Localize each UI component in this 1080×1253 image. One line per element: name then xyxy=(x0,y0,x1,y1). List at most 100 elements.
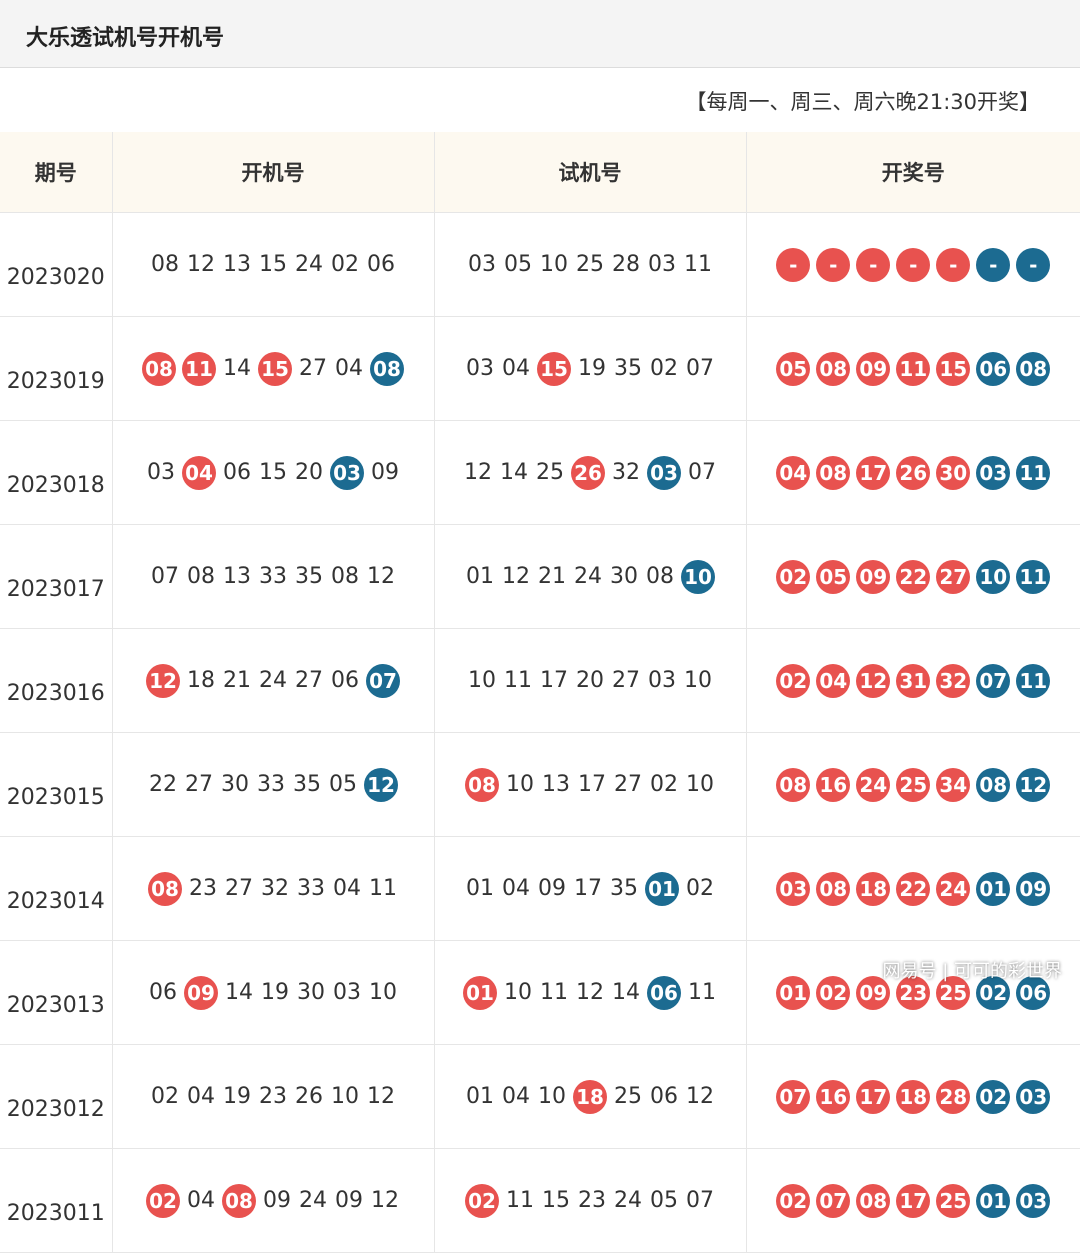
red-ball: 24 xyxy=(856,768,890,802)
blue-ball: 09 xyxy=(1016,872,1050,906)
result-number-list: 03081822240109 xyxy=(747,872,1080,906)
open-number-cell: 12182124270607 xyxy=(112,629,434,733)
result-number-cell: 07161718280203 xyxy=(746,1045,1080,1149)
result-number-cell: 02041231320711 xyxy=(746,629,1080,733)
plain-number: 17 xyxy=(573,876,603,901)
table-row: 2023018030406152003091214252632030704081… xyxy=(0,421,1080,525)
plain-number: 32 xyxy=(260,876,290,901)
table-body: 20230200812131524020603051025280311-----… xyxy=(0,213,1080,1253)
plain-number: 32 xyxy=(611,460,641,485)
test-number-list: 12142526320307 xyxy=(435,456,746,490)
test-number-cell: 10111720270310 xyxy=(434,629,746,733)
open-number-list: 08232732330411 xyxy=(113,872,434,906)
plain-number: 20 xyxy=(575,668,605,693)
blue-ball: 12 xyxy=(1016,768,1050,802)
plain-number: 35 xyxy=(292,772,322,797)
plain-number: 33 xyxy=(296,876,326,901)
plain-number: 12 xyxy=(186,252,216,277)
test-number-cell: 03051025280311 xyxy=(434,213,746,317)
plain-number: 19 xyxy=(260,980,290,1005)
red-ball: 27 xyxy=(936,560,970,594)
open-number-list: 08121315240206 xyxy=(113,252,434,277)
plain-number: 11 xyxy=(505,1188,535,1213)
plain-number: 13 xyxy=(222,252,252,277)
plain-number: 04 xyxy=(186,1188,216,1213)
plain-number: 10 xyxy=(368,980,398,1005)
plain-number: 03 xyxy=(467,252,497,277)
red-ball: 07 xyxy=(816,1184,850,1218)
open-number-cell: 08111415270408 xyxy=(112,317,434,421)
plain-number: 05 xyxy=(503,252,533,277)
test-number-list: 08101317270210 xyxy=(435,768,746,802)
table-row: 2023011020408092409120211152324050702070… xyxy=(0,1149,1080,1253)
blue-ball: 07 xyxy=(976,664,1010,698)
result-number-list: 04081726300311 xyxy=(747,456,1080,490)
plain-number: 20 xyxy=(294,460,324,485)
blue-ball: 03 xyxy=(1016,1080,1050,1114)
draw-schedule: 【每周一、周三、周六晚21:30开奖】 xyxy=(685,86,1040,116)
plain-number: 12 xyxy=(366,1084,396,1109)
plain-number: 35 xyxy=(294,564,324,589)
test-number-list: 03041519350207 xyxy=(435,352,746,386)
table-row: 2023015222730333505120810131727021008162… xyxy=(0,733,1080,837)
red-ball: 08 xyxy=(142,352,176,386)
result-number-cell: 02070817250103 xyxy=(746,1149,1080,1253)
open-number-list: 07081333350812 xyxy=(113,564,434,589)
period-cell: 2023016 xyxy=(0,629,112,733)
red-ball: - xyxy=(896,248,930,282)
plain-number: 27 xyxy=(184,772,214,797)
test-number-cell: 02111523240507 xyxy=(434,1149,746,1253)
column-header-open-number: 开机号 xyxy=(112,132,434,213)
plain-number: 02 xyxy=(649,356,679,381)
open-number-cell: 06091419300310 xyxy=(112,941,434,1045)
red-ball: 12 xyxy=(146,664,180,698)
result-number-cell: 08162425340812 xyxy=(746,733,1080,837)
red-ball: 09 xyxy=(856,352,890,386)
plain-number: 30 xyxy=(609,564,639,589)
plain-number: 12 xyxy=(366,564,396,589)
result-number-list: 07161718280203 xyxy=(747,1080,1080,1114)
plain-number: 24 xyxy=(258,668,288,693)
plain-number: 08 xyxy=(645,564,675,589)
plain-number: 07 xyxy=(685,1188,715,1213)
result-number-cell: 04081726300311 xyxy=(746,421,1080,525)
plain-number: 07 xyxy=(150,564,180,589)
plain-number: 10 xyxy=(683,668,713,693)
plain-number: 19 xyxy=(577,356,607,381)
red-ball: 18 xyxy=(856,872,890,906)
plain-number: 03 xyxy=(647,252,677,277)
plain-number: 11 xyxy=(687,980,717,1005)
red-ball: 04 xyxy=(776,456,810,490)
open-number-cell: 22273033350512 xyxy=(112,733,434,837)
red-ball: 09 xyxy=(184,976,218,1010)
red-ball: 05 xyxy=(816,560,850,594)
plain-number: 09 xyxy=(262,1188,292,1213)
table-row: 2023014082327323304110104091735010203081… xyxy=(0,837,1080,941)
red-ball: 15 xyxy=(936,352,970,386)
red-ball: 11 xyxy=(896,352,930,386)
plain-number: 09 xyxy=(334,1188,364,1213)
period-cell: 2023013 xyxy=(0,941,112,1045)
column-header-test-number: 试机号 xyxy=(434,132,746,213)
red-ball: 17 xyxy=(856,1080,890,1114)
plain-number: 25 xyxy=(535,460,565,485)
red-ball: 07 xyxy=(776,1080,810,1114)
open-number-list: 02040809240912 xyxy=(113,1184,434,1218)
plain-number: 27 xyxy=(613,772,643,797)
plain-number: 35 xyxy=(609,876,639,901)
result-number-cell: ------- xyxy=(746,213,1080,317)
red-ball: 26 xyxy=(571,456,605,490)
red-ball: 08 xyxy=(222,1184,256,1218)
plain-number: 06 xyxy=(148,980,178,1005)
open-number-list: 06091419300310 xyxy=(113,976,434,1010)
red-ball: 18 xyxy=(896,1080,930,1114)
test-number-cell: 03041519350207 xyxy=(434,317,746,421)
result-number-list: 02070817250103 xyxy=(747,1184,1080,1218)
plain-number: 15 xyxy=(258,460,288,485)
red-ball: 24 xyxy=(936,872,970,906)
plain-number: 03 xyxy=(332,980,362,1005)
blue-ball: 03 xyxy=(330,456,364,490)
plain-number: 21 xyxy=(537,564,567,589)
red-ball: 02 xyxy=(776,664,810,698)
open-number-cell: 07081333350812 xyxy=(112,525,434,629)
